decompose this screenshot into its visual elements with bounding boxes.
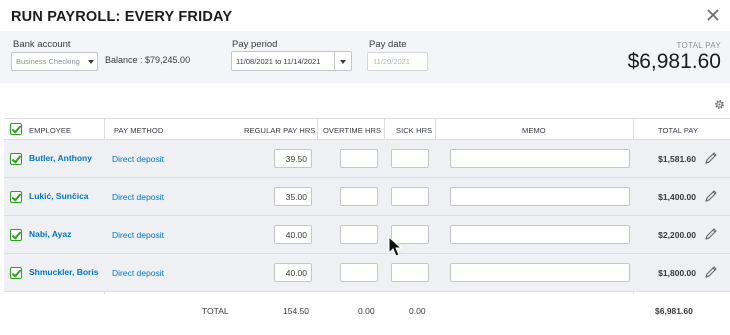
row-total-pay: $1,800.00 [658,268,696,278]
row-total-pay: $2,200.00 [658,230,696,240]
pencil-icon[interactable] [704,189,718,203]
employee-name[interactable]: Butler, Anthony [29,153,92,163]
overtime-hrs-input[interactable] [340,225,378,244]
column-divider [435,118,436,140]
header-memo: MEMO [522,126,546,135]
overtime-hrs-input[interactable] [340,187,378,206]
pay-date-field[interactable]: 11/20/2021 [367,52,428,71]
pay-method-link[interactable]: Direct deposit [112,230,164,240]
row-total-pay: $1,400.00 [658,192,696,202]
sick-hrs-input[interactable] [391,263,429,282]
bank-account-label: Bank account [13,39,71,50]
checkbox-checked-icon[interactable] [10,191,22,203]
checkbox-checked-icon[interactable] [10,229,22,241]
total-pay-amount: $6,981.60 [627,50,721,73]
totals-label: TOTAL [202,306,229,316]
regular-hrs-input[interactable]: 39.50 [274,149,312,168]
dialog-title: RUN PAYROLL: EVERY FRIDAY [11,9,233,25]
pencil-icon[interactable] [704,151,718,165]
gear-icon[interactable] [713,98,726,111]
pay-period-value: 11/08/2021 to 11/14/2021 [236,57,321,66]
memo-input[interactable] [450,263,630,282]
select-divider [334,52,335,70]
close-icon[interactable] [704,6,722,24]
table-row: Lukić, Sunčica Direct deposit 35.00 $1,4… [4,178,730,216]
table-row: Nabi, Ayaz Direct deposit 40.00 $2,200.0… [4,216,730,254]
header-employee[interactable]: EMPLOYEE [29,126,71,135]
total-sick-hrs: 0.00 [409,306,426,316]
bank-account-select[interactable]: Business Checking [11,52,98,71]
table-row: Shmuckler, Boris Direct deposit 40.00 $1… [4,254,730,292]
employee-name[interactable]: Shmuckler, Boris [29,267,98,277]
memo-input[interactable] [450,187,630,206]
header-sick-hrs: SICK HRS [396,126,433,135]
pay-method-link[interactable]: Direct deposit [112,268,164,278]
pay-period-label: Pay period [232,39,278,50]
header-pay-method: PAY METHOD [114,126,164,135]
total-pay-label: TOTAL PAY [676,41,721,50]
pay-method-link[interactable]: Direct deposit [112,154,164,164]
column-divider [317,118,318,140]
bank-account-value: Business Checking [16,57,80,66]
header-overtime-hrs: OVERTIME HRS [323,126,382,135]
chevron-down-icon [340,60,346,64]
row-total-pay: $1,581.60 [658,154,696,164]
memo-input[interactable] [450,225,630,244]
checkbox-checked-icon[interactable] [10,267,22,279]
header-total-pay: TOTAL PAY [658,126,699,135]
memo-input[interactable] [450,149,630,168]
pay-date-label: Pay date [369,39,407,50]
checkbox-checked-icon[interactable] [10,123,22,135]
regular-hrs-input[interactable]: 35.00 [274,187,312,206]
regular-hrs-input[interactable]: 40.00 [274,263,312,282]
sick-hrs-input[interactable] [391,225,429,244]
sick-hrs-input[interactable] [391,187,429,206]
pay-period-select[interactable]: 11/08/2021 to 11/14/2021 [231,51,352,71]
account-balance: Balance : $79,245.00 [105,55,191,65]
table-header: EMPLOYEE PAY METHOD REGULAR PAY HRS OVER… [4,118,730,140]
pay-method-link[interactable]: Direct deposit [112,192,164,202]
table-row: Butler, Anthony Direct deposit 39.50 $1,… [4,140,730,178]
header-regular-hrs: REGULAR PAY HRS [244,126,316,135]
employee-name[interactable]: Nabi, Ayaz [29,229,71,239]
grand-total-pay: $6,981.60 [655,306,693,316]
total-overtime-hrs: 0.00 [358,306,375,316]
pencil-icon[interactable] [704,265,718,279]
sick-hrs-input[interactable] [391,149,429,168]
total-regular-hrs: 154.50 [283,306,309,316]
overtime-hrs-input[interactable] [340,263,378,282]
employee-name[interactable]: Lukić, Sunčica [29,191,89,201]
regular-hrs-input[interactable]: 40.00 [274,225,312,244]
column-divider [384,118,385,140]
overtime-hrs-input[interactable] [340,149,378,168]
totals-row: TOTAL 154.50 0.00 0.00 $6,981.60 [4,294,730,327]
pencil-icon[interactable] [704,227,718,241]
chevron-down-icon [88,60,94,64]
payroll-table: EMPLOYEE PAY METHOD REGULAR PAY HRS OVER… [4,118,730,327]
checkbox-checked-icon[interactable] [10,153,22,165]
